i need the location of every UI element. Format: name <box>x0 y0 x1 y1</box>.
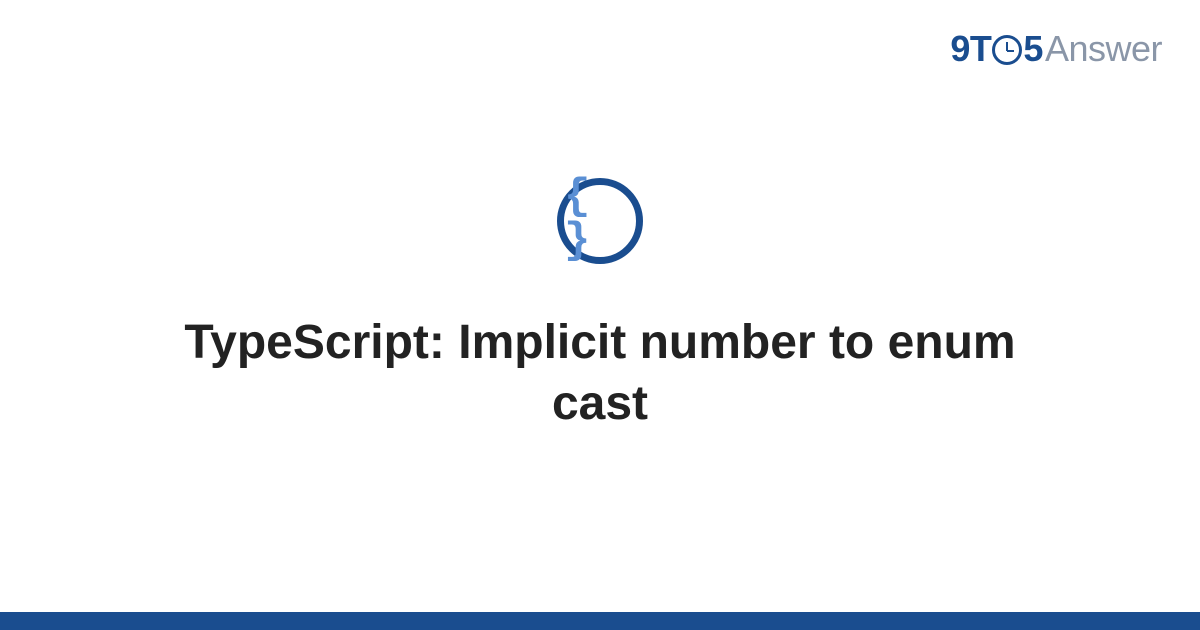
main-content: { } TypeScript: Implicit number to enum … <box>0 0 1200 612</box>
code-braces-icon: { } <box>564 175 636 263</box>
page-title: TypeScript: Implicit number to enum cast <box>140 312 1060 435</box>
footer-bar <box>0 612 1200 630</box>
topic-icon-circle: { } <box>557 178 643 264</box>
